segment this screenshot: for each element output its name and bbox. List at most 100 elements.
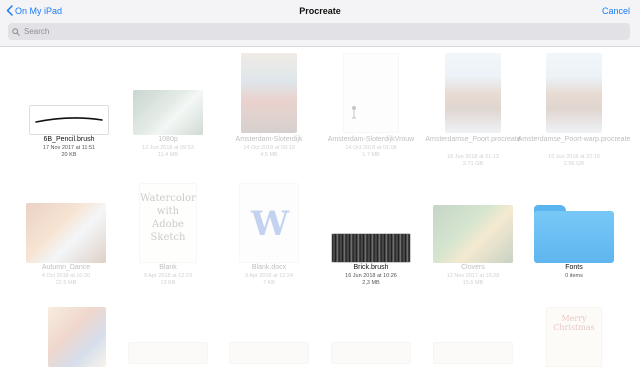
file-size: 2.56 GB bbox=[563, 161, 585, 167]
file-size: 1.7 MB bbox=[362, 152, 380, 158]
file-thumbnail bbox=[320, 53, 422, 133]
file-name: Blank.docx bbox=[251, 264, 287, 271]
file-item-blank[interactable]: Watercolor with Adobe Sketch Blank 9 Apr… bbox=[117, 177, 219, 297]
file-thumbnail bbox=[320, 342, 422, 364]
artwork-thumbnail bbox=[546, 53, 602, 133]
file-thumbnail bbox=[422, 53, 524, 133]
file-thumbnail bbox=[26, 307, 128, 367]
file-item-fairy-artwork[interactable] bbox=[26, 307, 128, 367]
file-name: Amsterdam-SloterdijkVrouw bbox=[327, 136, 415, 143]
search-icon bbox=[12, 27, 20, 36]
file-item-merry-christmas[interactable]: Merry Christmas bbox=[523, 307, 625, 367]
file-name: Autumn_Dance bbox=[41, 264, 91, 271]
file-item-clovers[interactable]: Clovers 12 Nov 2017 at 16:28 15.6 MB bbox=[422, 177, 524, 297]
word-document-thumbnail: W bbox=[239, 183, 299, 263]
file-size: 2,3 MB bbox=[362, 280, 380, 286]
artwork-thumbnail bbox=[241, 53, 297, 133]
file-size: 20 KB bbox=[61, 152, 77, 158]
folder-item-fonts[interactable]: Fonts 0 items bbox=[523, 177, 625, 297]
file-item-1080p[interactable]: 1080p 12 Jun 2018 at 09:53 11.4 MB bbox=[117, 47, 219, 167]
file-item-amsterdam-sloterdijkvrouw[interactable]: Amsterdam-SloterdijkVrouw 14 Oct 2018 at… bbox=[320, 47, 422, 167]
file-thumbnail bbox=[15, 177, 117, 263]
file-date: 17 Nov 2017 at 11:51 bbox=[42, 145, 96, 151]
file-item-autumn-dance[interactable]: Autumn_Dance 4 Oct 2018 at 10:30 22.5 MB bbox=[15, 177, 117, 297]
file-size: 11.4 MB bbox=[157, 152, 179, 158]
thumbnail-text: Christmas bbox=[553, 323, 595, 332]
file-item-sketch-3[interactable] bbox=[320, 342, 422, 364]
file-name: Clovers bbox=[461, 264, 485, 271]
file-date: 16 Jun 2018 at 10:26 bbox=[345, 273, 397, 279]
artwork-thumbnail bbox=[445, 53, 501, 133]
file-thumbnail bbox=[422, 342, 524, 364]
thumbnail-text: Adobe bbox=[152, 219, 184, 230]
cancel-button[interactable]: Cancel bbox=[602, 6, 630, 16]
file-name: Brick.brush bbox=[353, 264, 389, 271]
file-item-sketch-4[interactable] bbox=[422, 342, 524, 364]
file-name: 1080p bbox=[158, 136, 178, 143]
file-item-brick-brush[interactable]: Brick.brush 16 Jun 2018 at 10:26 2,3 MB bbox=[320, 177, 422, 297]
sketch-thumbnail bbox=[128, 342, 208, 364]
file-date: 16 Jun 2018 at 22:10 bbox=[548, 154, 600, 160]
brush-texture-thumbnail bbox=[331, 233, 411, 263]
file-thumbnail bbox=[117, 55, 219, 135]
file-item-blank-docx[interactable]: W Blank.docx 9 Apr 2018 at 12:24 7 KB bbox=[218, 177, 320, 297]
artwork-thumbnail bbox=[343, 53, 399, 133]
thumbnail-text: with bbox=[156, 206, 180, 217]
file-item-sketch-1[interactable] bbox=[117, 342, 219, 364]
file-size: 15.6 MB bbox=[462, 280, 484, 286]
file-date: 16 Jun 2018 at 21:13 bbox=[447, 154, 499, 160]
page-title: Procreate bbox=[299, 6, 341, 16]
folder-thumbnail bbox=[523, 177, 625, 263]
artwork-thumbnail bbox=[26, 203, 106, 263]
file-name: Amsterdamse_Poort-warp.procreate bbox=[517, 136, 631, 143]
file-date: 4 Oct 2018 at 10:30 bbox=[41, 273, 91, 279]
thumbnail-text: Merry bbox=[561, 314, 587, 323]
document-thumbnail: Watercolor with Adobe Sketch bbox=[139, 183, 197, 263]
folder-icon bbox=[534, 205, 614, 263]
file-thumbnail bbox=[18, 55, 120, 135]
file-date: 14 Oct 2018 at 09:19 bbox=[243, 145, 295, 151]
thumbnail-text: Watercolor bbox=[140, 193, 196, 204]
file-thumbnail bbox=[523, 53, 625, 133]
file-size: 2.71 GB bbox=[462, 161, 484, 167]
sketch-thumbnail bbox=[331, 342, 411, 364]
brush-stroke-thumbnail bbox=[29, 105, 109, 135]
folder-name: Fonts bbox=[565, 264, 583, 271]
file-item-6b-pencil-brush[interactable]: 6B_Pencil.brush 17 Nov 2017 at 11:51 20 … bbox=[18, 47, 120, 167]
file-thumbnail: Watercolor with Adobe Sketch bbox=[117, 177, 219, 263]
file-item-amsterdamse-poort[interactable]: Amsterdamse_Poort.procreate 16 Jun 2018 … bbox=[422, 47, 524, 167]
file-name: Blank bbox=[159, 264, 177, 271]
file-thumbnail bbox=[218, 342, 320, 364]
file-item-amsterdam-sloterdijk[interactable]: Amsterdam-Sloterdijk 14 Oct 2018 at 09:1… bbox=[218, 47, 320, 167]
word-icon: W bbox=[250, 204, 290, 244]
navigation-bar: On My iPad Procreate Cancel bbox=[0, 0, 640, 47]
sketch-thumbnail bbox=[433, 342, 513, 364]
thumbnail-text: Sketch bbox=[150, 232, 186, 243]
file-size: 4.5 MB bbox=[260, 152, 278, 158]
file-thumbnail bbox=[422, 177, 524, 263]
file-size: 22.5 MB bbox=[55, 280, 77, 286]
file-thumbnail bbox=[320, 177, 422, 263]
file-grid: 6B_Pencil.brush 17 Nov 2017 at 11:51 20 … bbox=[0, 47, 640, 367]
file-date: 9 Apr 2018 at 12:24 bbox=[244, 273, 293, 279]
file-date: 14 Oct 2018 at 01:08 bbox=[345, 145, 397, 151]
file-item-amsterdamse-poort-warp[interactable]: Amsterdamse_Poort-warp.procreate 16 Jun … bbox=[518, 47, 630, 167]
sketch-thumbnail bbox=[229, 342, 309, 364]
folder-item-count: 0 items bbox=[565, 273, 583, 279]
search-field[interactable] bbox=[8, 23, 630, 40]
search-input[interactable] bbox=[24, 27, 614, 36]
file-size: 7 KB bbox=[263, 280, 275, 286]
file-size: 13 KB bbox=[160, 280, 176, 286]
file-item-sketch-2[interactable] bbox=[218, 342, 320, 364]
artwork-thumbnail bbox=[48, 307, 106, 367]
artwork-thumbnail bbox=[133, 90, 203, 135]
file-thumbnail bbox=[117, 342, 219, 364]
file-name: Amsterdamse_Poort.procreate bbox=[425, 136, 521, 143]
file-thumbnail: W bbox=[218, 177, 320, 263]
file-thumbnail bbox=[218, 53, 320, 133]
christmas-card-thumbnail: Merry Christmas bbox=[546, 307, 602, 367]
file-name: 6B_Pencil.brush bbox=[43, 136, 95, 143]
file-date: 12 Jun 2018 at 09:53 bbox=[142, 145, 194, 151]
file-thumbnail: Merry Christmas bbox=[523, 307, 625, 367]
artwork-thumbnail bbox=[433, 205, 513, 263]
